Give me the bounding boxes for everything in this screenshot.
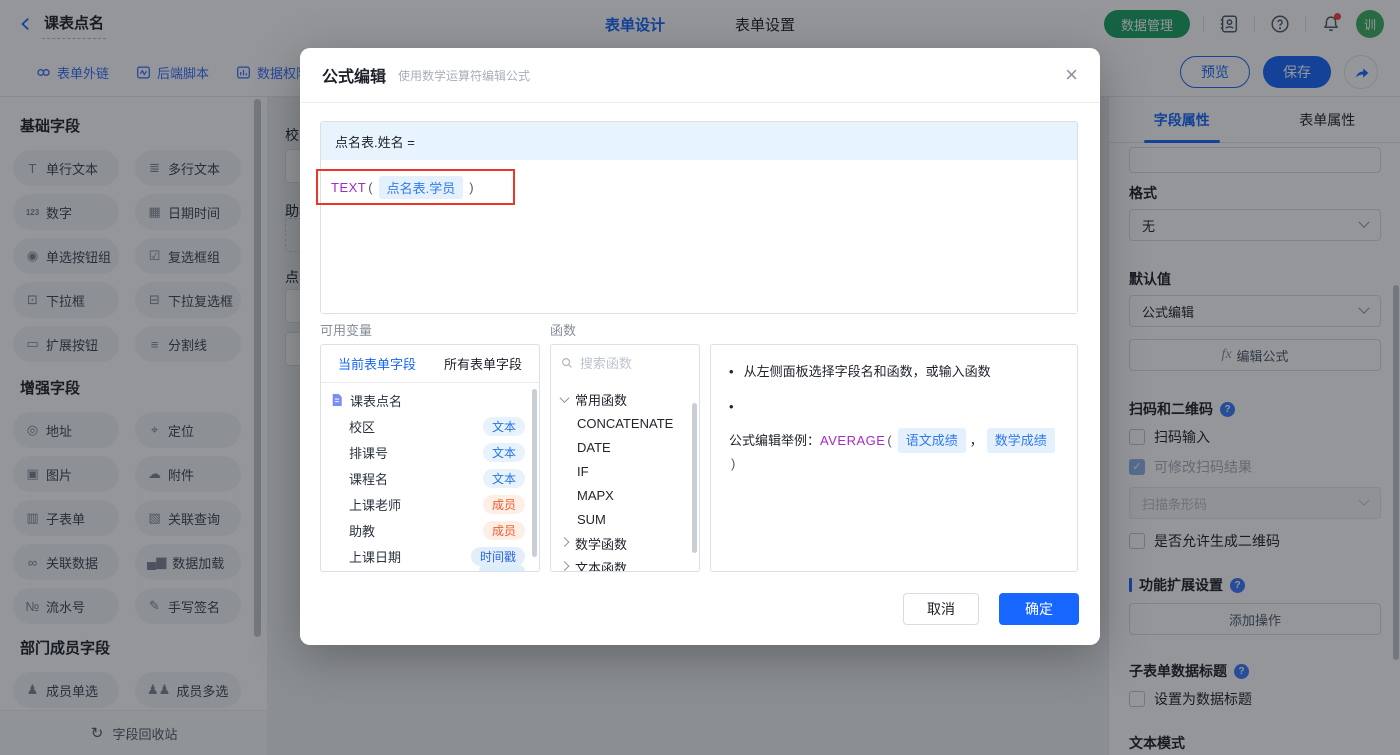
variable-row[interactable]: 助教 成员 [321, 517, 539, 543]
formula-function-name: TEXT [331, 179, 367, 195]
paren-close: ) [469, 179, 474, 195]
tree-root-row[interactable]: 课表点名 [321, 387, 539, 413]
help-panel: 从左侧面板选择字段名和函数，或输入函数 公式编辑举例： AVERAGE ( 语文… [710, 344, 1078, 572]
type-badge: 时间戳 [470, 546, 525, 566]
variables-label: 可用变量 [320, 323, 373, 338]
type-badge: 文本 [482, 442, 525, 462]
formula-editor-modal: 公式编辑 使用数学运算符编辑公式 × 点名表.姓名 = TEXT ( 点名表.学… [300, 48, 1100, 645]
modal-header: 公式编辑 使用数学运算符编辑公式 × [300, 48, 1100, 103]
type-badge: 文本 [482, 416, 525, 436]
type-badge: 成员 [482, 520, 525, 540]
field-chip: 语文成绩 [897, 427, 966, 454]
variable-name: 排课号 [349, 445, 389, 461]
document-icon [332, 394, 342, 406]
close-icon[interactable]: × [1065, 64, 1078, 86]
chevron-right-icon [559, 560, 570, 571]
comma: ， [969, 432, 983, 448]
tab-current-form-fields[interactable]: 当前表单字段 [338, 354, 416, 373]
modal-subtitle: 使用数学运算符编辑公式 [398, 68, 531, 83]
function-item-date[interactable]: DATE [551, 435, 699, 459]
group-label: 数学函数 [575, 536, 628, 552]
function-group-common[interactable]: 常用函数 [551, 387, 699, 411]
modal-title: 公式编辑 [322, 69, 387, 86]
variable-name: 助教 [349, 523, 376, 539]
variable-row[interactable]: 排课号 文本 [321, 439, 539, 465]
variable-row[interactable]: 课程名 文本 [321, 465, 539, 491]
cancel-button[interactable]: 取消 [903, 593, 979, 625]
field-chip[interactable]: 点名表.学员 [378, 175, 464, 199]
variable-row[interactable]: 上课老师 成员 [321, 491, 539, 517]
paren-close: ) [731, 456, 736, 472]
variables-panel: 当前表单字段 所有表单字段 课表点名 校区 文本 排课号 文本 课程名 文本 上课老师… [320, 344, 540, 572]
chevron-right-icon [559, 536, 570, 547]
formula-editor-box: 点名表.姓名 = TEXT ( 点名表.学员 ) [316, 121, 1078, 314]
clipped-badge [479, 565, 525, 571]
variable-name: 校区 [349, 419, 376, 435]
group-label: 常用函数 [575, 392, 628, 408]
field-chip: 数学成绩 [986, 427, 1055, 454]
function-group-text[interactable]: 文本函数 [551, 555, 699, 571]
function-group-math[interactable]: 数学函数 [551, 531, 699, 555]
variable-name: 上课老师 [349, 497, 402, 513]
function-search-row [551, 345, 699, 381]
help-tip-text: 从左侧面板选择字段名和函数，或输入函数 [743, 364, 991, 379]
scrollbar-thumb[interactable] [532, 389, 537, 557]
variable-name: 课程名 [349, 471, 389, 487]
group-label: 文本函数 [575, 560, 628, 572]
type-badge: 成员 [482, 494, 525, 514]
scrollbar-thumb[interactable] [692, 403, 697, 553]
help-tip-2: 公式编辑举例： AVERAGE ( 语文成绩 ， 数学成绩 ) [729, 396, 1059, 474]
app-window: 课表点名 表单设计 表单设置 数据管理 训 表单外链 后端脚本 数据权限 预览 … [0, 0, 1400, 755]
paren-open: ( [887, 432, 892, 448]
variables-tabs: 当前表单字段 所有表单字段 [321, 345, 539, 383]
formula-target: 点名表.姓名 = [321, 122, 1077, 160]
help-tip-1: 从左侧面板选择字段名和函数，或输入函数 [729, 361, 1059, 382]
search-icon [562, 358, 572, 368]
help-example-function: AVERAGE [820, 432, 886, 448]
type-badge: 文本 [482, 468, 525, 488]
function-item-if[interactable]: IF [551, 459, 699, 483]
function-item-concatenate[interactable]: CONCATENATE [551, 411, 699, 435]
search-input[interactable] [579, 355, 689, 371]
tab-all-form-fields[interactable]: 所有表单字段 [444, 354, 522, 373]
paren-open: ( [368, 179, 373, 195]
function-item-sum[interactable]: SUM [551, 507, 699, 531]
help-example-prefix: 公式编辑举例： [729, 432, 821, 448]
confirm-button[interactable]: 确定 [999, 593, 1079, 625]
variables-tree: 课表点名 校区 文本 排课号 文本 课程名 文本 上课老师 成员 助教 成员 上课日期 时间… [321, 383, 539, 571]
variable-row[interactable]: 校区 文本 [321, 413, 539, 439]
chevron-down-icon [559, 392, 570, 403]
formula-annotation-box: TEXT ( 点名表.学员 ) [316, 169, 515, 205]
tree-root-label: 课表点名 [350, 393, 403, 409]
formula-input-area[interactable]: TEXT ( 点名表.学员 ) [316, 160, 1077, 313]
functions-panel: 常用函数 CONCATENATE DATE IF MAPX SUM 数学函数 文… [550, 344, 700, 572]
variable-name: 上课日期 [349, 549, 402, 565]
function-item-mapx[interactable]: MAPX [551, 483, 699, 507]
functions-label: 函数 [550, 323, 577, 338]
function-tree: 常用函数 CONCATENATE DATE IF MAPX SUM 数学函数 文… [551, 381, 699, 571]
